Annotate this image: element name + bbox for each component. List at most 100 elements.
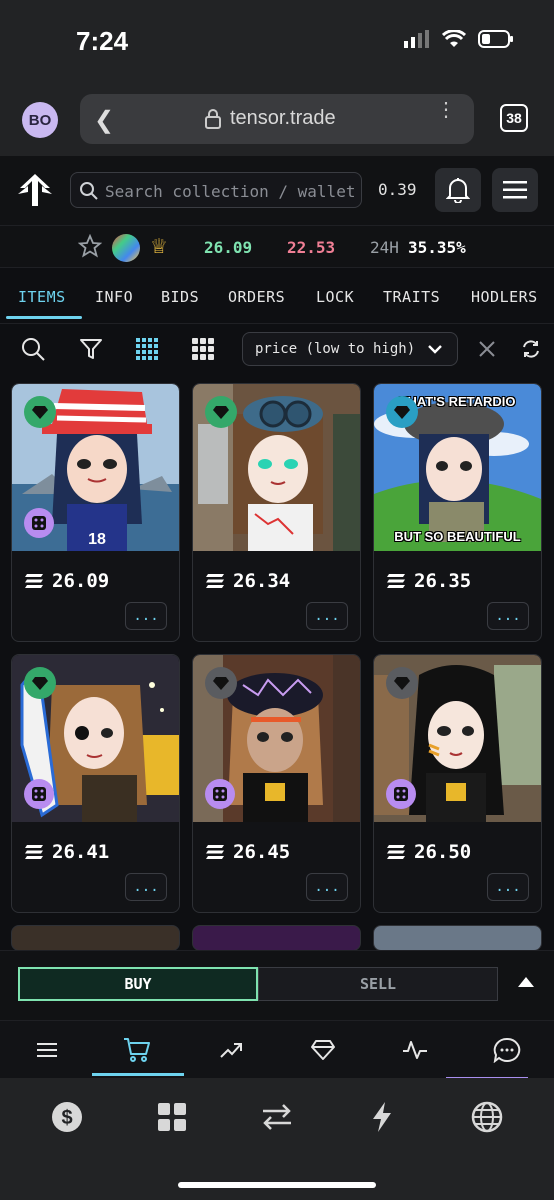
tensor-logo-icon[interactable] bbox=[16, 172, 54, 208]
menu-button[interactable] bbox=[492, 168, 538, 212]
dollar-button[interactable]: $ bbox=[50, 1100, 84, 1134]
activity-icon bbox=[403, 1041, 427, 1059]
status-bar: 7:24 bbox=[0, 0, 554, 84]
flash-button[interactable] bbox=[365, 1100, 399, 1134]
tab-info[interactable]: INFO bbox=[95, 288, 133, 306]
price-value: 26.45 bbox=[233, 841, 291, 863]
clear-sort-button[interactable] bbox=[472, 334, 502, 364]
profile-avatar[interactable]: BO bbox=[22, 102, 58, 138]
expand-up-icon[interactable] bbox=[516, 975, 536, 989]
nft-card[interactable]: 26.41 ... bbox=[11, 654, 180, 913]
tab-bids[interactable]: BIDS bbox=[161, 288, 199, 306]
nav-chat[interactable] bbox=[492, 1035, 522, 1065]
home-indicator bbox=[178, 1182, 376, 1188]
volume-24h-label: 24H bbox=[370, 238, 399, 257]
globe-icon bbox=[471, 1101, 503, 1133]
dice-badge-icon bbox=[24, 508, 54, 538]
more-options-button[interactable]: ... bbox=[125, 602, 167, 630]
nft-card[interactable]: 26.50 ... bbox=[373, 654, 542, 913]
more-vert-icon[interactable]: ⋮ bbox=[436, 100, 456, 120]
tabs-count-button[interactable]: 38 bbox=[500, 104, 528, 132]
nav-trending[interactable] bbox=[216, 1035, 246, 1065]
more-options-button[interactable]: ... bbox=[487, 602, 529, 630]
dice-badge-icon bbox=[386, 779, 416, 809]
collection-avatar[interactable] bbox=[112, 234, 140, 262]
hamburger-icon bbox=[503, 181, 527, 199]
swap-arrows-icon bbox=[263, 1104, 291, 1130]
price-value: 26.50 bbox=[414, 841, 472, 863]
tab-traits[interactable]: TRAITS bbox=[383, 288, 440, 306]
diamond-badge-icon bbox=[205, 667, 237, 699]
bell-icon bbox=[446, 178, 470, 203]
apps-button[interactable] bbox=[155, 1100, 189, 1134]
search-box[interactable] bbox=[70, 172, 362, 208]
more-options-button[interactable]: ... bbox=[487, 873, 529, 901]
tab-hodlers[interactable]: HODLERS bbox=[471, 288, 538, 306]
tab-items[interactable]: ITEMS bbox=[18, 288, 66, 306]
nft-card[interactable]: 18 26.09 ... bbox=[11, 383, 180, 642]
filter-button[interactable] bbox=[76, 334, 106, 364]
cellular-icon bbox=[404, 30, 429, 48]
lock-icon bbox=[205, 109, 221, 129]
list-icon bbox=[37, 1043, 57, 1057]
back-icon[interactable]: ❮ bbox=[94, 106, 114, 135]
status-time: 7:24 bbox=[76, 26, 129, 56]
item-price: 26.41 bbox=[24, 841, 109, 863]
wifi-icon bbox=[442, 30, 466, 47]
sell-button[interactable]: SELL bbox=[258, 967, 498, 1001]
browser-bar: BO ❮ tensor.trade ⋮ 38 bbox=[0, 84, 554, 156]
dollar-circle-icon: $ bbox=[52, 1102, 82, 1132]
cart-icon bbox=[124, 1038, 150, 1062]
buy-button[interactable]: BUY bbox=[18, 967, 258, 1001]
search-icon bbox=[80, 182, 98, 200]
nft-card[interactable]: THAT'S RETARDIO BUT SO BEAUTIFUL 26.35 .… bbox=[373, 383, 542, 642]
nft-card-partial[interactable] bbox=[11, 925, 180, 951]
filter-icon bbox=[80, 339, 102, 359]
solana-icon bbox=[25, 574, 43, 588]
collection-stats: ♕ 26.09 22.53 24H 35.35% bbox=[0, 226, 554, 268]
sol-price: 0.39 bbox=[378, 180, 417, 199]
lightning-icon bbox=[373, 1102, 391, 1132]
tab-lock[interactable]: LOCK bbox=[316, 288, 354, 306]
battery-icon bbox=[478, 30, 513, 48]
nav-cart[interactable] bbox=[122, 1035, 152, 1065]
grid-view-button[interactable] bbox=[188, 334, 218, 364]
item-price: 26.50 bbox=[386, 841, 471, 863]
status-icons bbox=[404, 30, 514, 48]
notifications-button[interactable] bbox=[435, 168, 481, 212]
trending-up-icon bbox=[220, 1043, 242, 1058]
svg-text:$: $ bbox=[61, 1107, 72, 1129]
apps-grid-icon bbox=[158, 1103, 186, 1131]
nav-list[interactable] bbox=[32, 1035, 62, 1065]
nav-activity[interactable] bbox=[400, 1035, 430, 1065]
search-input[interactable] bbox=[105, 177, 355, 205]
browser-button[interactable] bbox=[470, 1100, 504, 1134]
refresh-button[interactable] bbox=[516, 334, 546, 364]
star-icon[interactable] bbox=[78, 234, 102, 258]
price-value: 26.35 bbox=[414, 570, 472, 592]
nft-card[interactable]: 26.34 ... bbox=[192, 383, 361, 642]
sort-select[interactable]: price (low to high) bbox=[242, 332, 458, 366]
top-bid: 22.53 bbox=[287, 238, 336, 257]
dice-badge-icon bbox=[205, 779, 235, 809]
item-price: 26.09 bbox=[24, 570, 109, 592]
sort-value: price (low to high) bbox=[255, 341, 415, 357]
nft-card-partial[interactable] bbox=[373, 925, 542, 951]
price-value: 26.09 bbox=[52, 570, 110, 592]
tab-orders[interactable]: ORDERS bbox=[228, 288, 285, 306]
more-options-button[interactable]: ... bbox=[125, 873, 167, 901]
swap-button[interactable] bbox=[260, 1100, 294, 1134]
price-value: 26.34 bbox=[233, 570, 291, 592]
nav-diamond[interactable] bbox=[308, 1035, 338, 1065]
url-bar[interactable]: ❮ tensor.trade ⋮ bbox=[80, 94, 474, 144]
more-options-button[interactable]: ... bbox=[306, 602, 348, 630]
nft-card[interactable]: 26.45 ... bbox=[192, 654, 361, 913]
dice-badge-icon bbox=[24, 779, 54, 809]
solana-icon bbox=[206, 574, 224, 588]
more-options-button[interactable]: ... bbox=[306, 873, 348, 901]
search-items-button[interactable] bbox=[18, 334, 48, 364]
nft-card-partial[interactable] bbox=[192, 925, 361, 951]
solana-icon bbox=[206, 845, 224, 859]
item-price: 26.35 bbox=[386, 570, 471, 592]
grid-dense-view-button[interactable] bbox=[132, 334, 162, 364]
